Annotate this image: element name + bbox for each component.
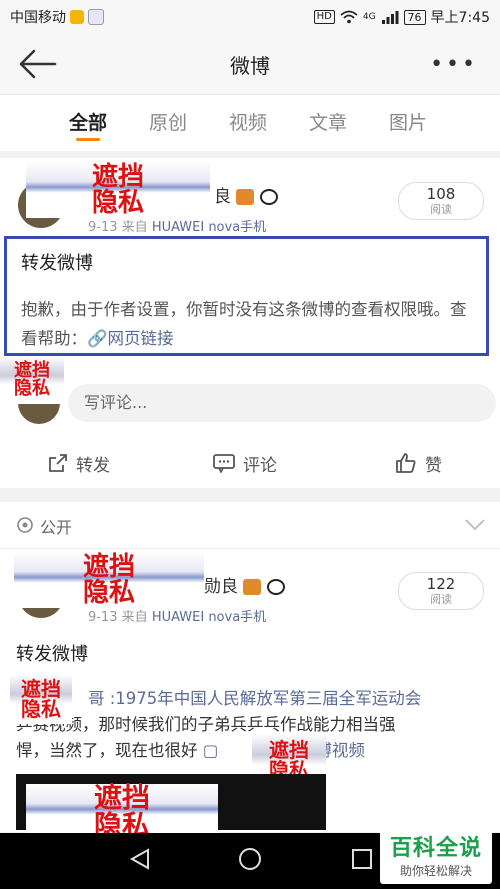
privacy-mask: 遮挡 隐私	[0, 356, 64, 404]
nav-home-icon[interactable]	[238, 847, 262, 871]
comment-button[interactable]: 评论	[179, 440, 310, 486]
thumbs-up-icon	[396, 453, 416, 473]
username[interactable]: 良	[214, 182, 278, 207]
privacy-mask: 遮挡 隐私	[26, 162, 210, 218]
app-notification-icon	[70, 10, 84, 24]
permission-notice: 抱歉，由于作者设置，你暂时没有这条微博的查看权限哦。查看帮助：🔗网页链接	[21, 300, 467, 348]
post-meta: 9-13 来自 HUAWEI nova手机	[88, 610, 267, 625]
post-meta: 9-13 来自 HUAWEI nova手机	[88, 220, 267, 235]
read-count: 108 阅读	[398, 182, 484, 220]
privacy-mask: 遮挡 隐私	[10, 674, 72, 724]
post-card: 公开 遮挡 隐私 勋良 9-13 来自 HUAWEI nova手机 122 阅读 …	[0, 502, 500, 840]
repost-title: 转发微博	[16, 644, 88, 665]
repost-button[interactable]: 转发	[0, 440, 179, 486]
post-source[interactable]: HUAWEI nova手机	[152, 220, 266, 235]
watermark-logo: 百科全说 助你轻松解决	[380, 826, 492, 884]
privacy-mask: 遮挡 隐私	[14, 552, 204, 608]
nav-back-icon[interactable]	[128, 847, 152, 871]
read-count: 122 阅读	[398, 572, 484, 610]
more-dots-icon: •••	[430, 52, 478, 77]
filter-tabs: 全部 原创 视频 文章 图片	[0, 95, 500, 151]
mention-link[interactable]: 哥 :1975年中国人民解放军第三届全军运动会	[88, 689, 421, 708]
link-icon: 🔗	[87, 329, 108, 348]
username[interactable]: 勋良	[204, 572, 285, 597]
repost-title: 转发微博	[21, 253, 93, 274]
comment-row: 遮挡 隐私 写评论...	[0, 356, 500, 428]
post-source[interactable]: HUAWEI nova手机	[152, 610, 266, 625]
tab-all[interactable]: 全部	[48, 95, 128, 151]
tab-original[interactable]: 原创	[128, 95, 208, 151]
post-actions: 转发 评论 赞	[0, 440, 500, 486]
status-bar: 中国移动 HD 4G 76 早上7:45	[0, 0, 500, 34]
privacy-mask: 遮挡 隐私	[26, 784, 218, 840]
tab-image[interactable]: 图片	[368, 95, 448, 151]
post-text-line: 悍，当然了，现在也很好	[16, 741, 198, 760]
post-card: 遮挡 隐私 良 9-13 来自 HUAWEI nova手机 108 阅读 转发微博…	[0, 158, 500, 488]
comment-input[interactable]: 写评论...	[68, 384, 496, 422]
suitcase-icon	[236, 189, 255, 205]
tab-video[interactable]: 视频	[208, 95, 288, 151]
lock-icon	[17, 517, 33, 533]
visibility-label: 公开	[40, 518, 73, 537]
app-notification-icon	[88, 9, 104, 25]
video-icon: ▢	[202, 741, 219, 760]
carrier-label: 中国移动	[10, 10, 66, 26]
page-title: 微博	[230, 54, 270, 78]
wifi-icon	[340, 10, 358, 24]
top-bar: 微博 •••	[0, 34, 500, 95]
web-link[interactable]: 🔗网页链接	[87, 329, 174, 348]
repost-content[interactable]: 转发微博 抱歉，由于作者设置，你暂时没有这条微博的查看权限哦。查看帮助：🔗网页链…	[4, 236, 489, 356]
suitcase-icon	[243, 579, 262, 595]
video-link[interactable]: ▢	[203, 741, 219, 760]
panda-icon	[259, 189, 278, 205]
signal-icon	[381, 11, 399, 24]
battery-icon: 76	[403, 9, 426, 25]
comment-icon	[213, 454, 235, 473]
tab-article[interactable]: 文章	[288, 95, 368, 151]
share-icon	[49, 454, 67, 472]
visibility-row: 公开	[0, 502, 500, 549]
hd-badge: HD	[313, 10, 335, 24]
like-button[interactable]: 赞	[311, 440, 500, 486]
nav-recents-icon[interactable]	[350, 847, 374, 871]
chevron-down-icon[interactable]	[464, 514, 486, 534]
more-button[interactable]: •••	[430, 52, 478, 77]
panda-icon	[266, 579, 285, 595]
clock: 早上7:45	[430, 10, 490, 26]
network-type-label: 4G	[362, 12, 376, 22]
